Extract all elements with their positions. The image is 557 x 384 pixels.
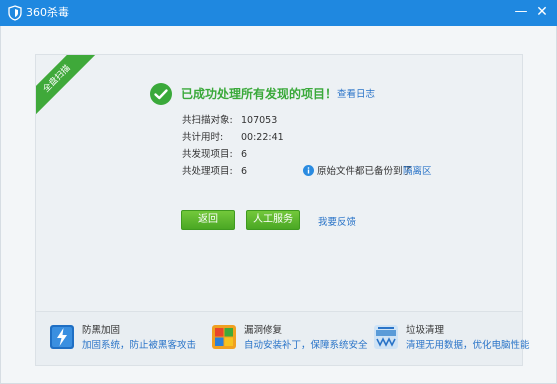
quarantine-link[interactable]: 隔离区: [403, 166, 432, 178]
elapsed-time-value: 00:22:41: [241, 132, 284, 143]
backup-note: 原始文件都已备份到了: [317, 166, 413, 177]
cleanup-icon: [374, 325, 398, 349]
window-title: 360杀毒: [26, 6, 69, 19]
shield-bolt-icon: [50, 325, 74, 349]
minimize-button[interactable]: —: [512, 3, 530, 21]
feature-patch-name: 漏洞修复: [244, 325, 283, 336]
feature-cleanup-name: 垃圾清理: [406, 325, 445, 336]
feature-hardening-name: 防黑加固: [82, 325, 121, 336]
back-button[interactable]: 返回: [181, 210, 235, 230]
view-log-link[interactable]: 查看日志: [337, 89, 375, 101]
handled-items-value: 6: [241, 166, 248, 177]
feature-patch-desc: 自动安装补丁，保障系统安全: [244, 340, 368, 351]
info-icon: [303, 165, 314, 176]
handled-items-label: 共处理项目:: [182, 166, 233, 177]
title-bar: 360杀毒 — ✕: [0, 0, 557, 26]
close-button[interactable]: ✕: [533, 3, 551, 21]
manual-service-button[interactable]: 人工服务: [246, 210, 300, 230]
result-headline: 已成功处理所有发现的项目！: [181, 87, 338, 101]
scan-type-ribbon: 全盘扫描: [36, 55, 99, 121]
feature-cleanup-desc: 清理无用数据，优化电脑性能: [406, 340, 530, 351]
feedback-link[interactable]: 我要反馈: [318, 217, 356, 229]
elapsed-time-label: 共计用时:: [182, 132, 224, 143]
windows-patch-icon: [212, 325, 236, 349]
feature-bar: 防黑加固 加固系统，防止被黑客攻击 漏洞修复 自动安装补丁，保障系统安全 垃圾清…: [35, 312, 530, 366]
feature-hardening-desc: 加固系统，防止被黑客攻击: [82, 340, 197, 351]
shield-logo-icon: [8, 5, 22, 21]
found-items-value: 6: [241, 149, 248, 160]
scanned-objects-label: 共扫描对象:: [182, 115, 233, 126]
scanned-objects-value: 107053: [241, 115, 278, 126]
success-check-icon: [150, 83, 172, 105]
found-items-label: 共发现项目:: [182, 149, 233, 160]
